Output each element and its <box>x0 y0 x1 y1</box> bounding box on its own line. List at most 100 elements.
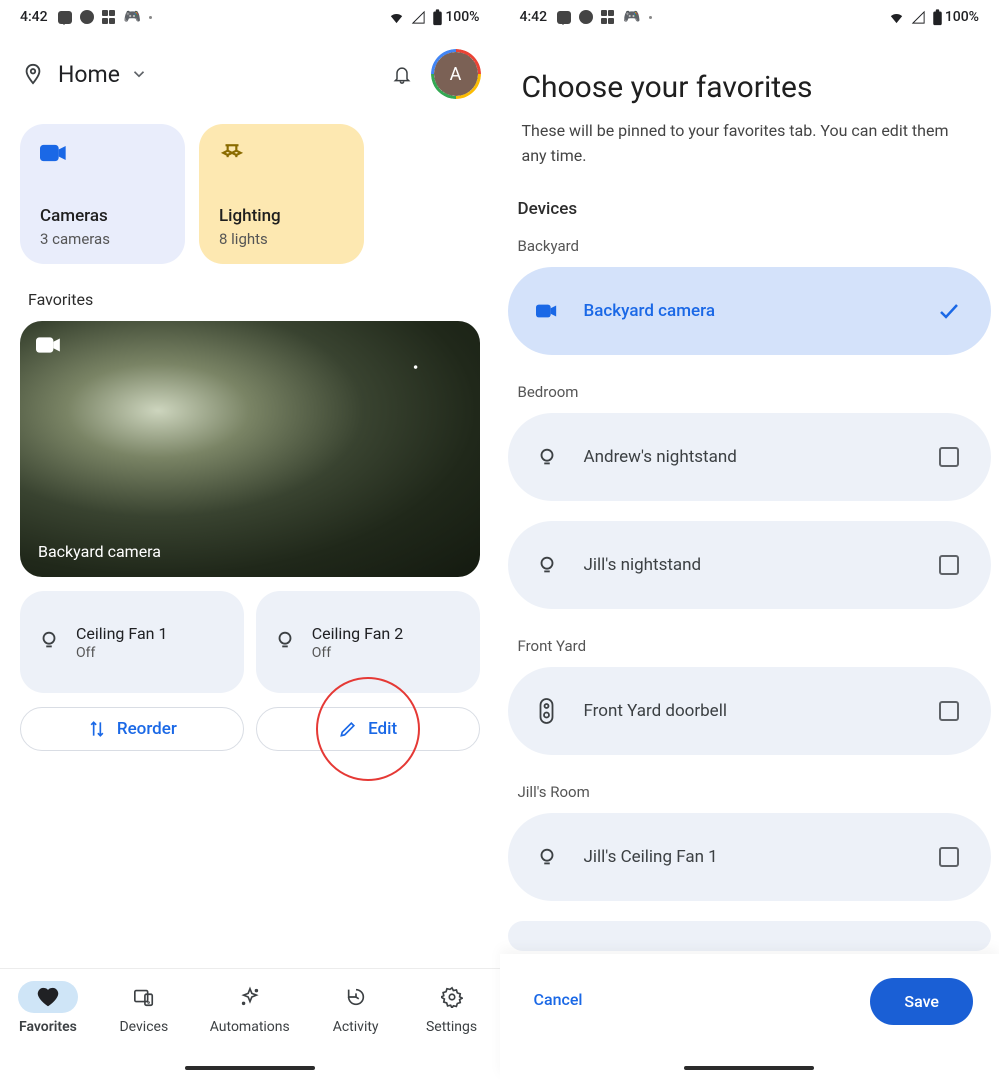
battery-percent: 100% <box>945 9 979 25</box>
nav-activity[interactable]: Activity <box>326 981 386 1035</box>
device-tile[interactable]: Ceiling Fan 1 Off <box>20 591 244 693</box>
favorite-option-partial[interactable] <box>508 921 992 951</box>
nav-label: Settings <box>426 1019 477 1035</box>
devices-icon <box>114 981 174 1013</box>
light-icon <box>38 629 60 655</box>
nav-label: Automations <box>210 1019 290 1035</box>
favorite-option[interactable]: Front Yard doorbell <box>508 667 992 755</box>
edit-label: Edit <box>368 719 397 739</box>
device-title: Ceiling Fan 2 <box>312 624 403 643</box>
home-indicator[interactable] <box>185 1066 315 1070</box>
option-name: Jill's nightstand <box>584 555 938 575</box>
device-tile[interactable]: Ceiling Fan 2 Off <box>256 591 480 693</box>
notification-slack-icon <box>102 10 116 24</box>
notification-messenger-icon <box>80 10 94 24</box>
choose-favorites-footer: Cancel Save <box>500 954 999 1080</box>
favorite-option[interactable]: Backyard camera <box>508 267 992 355</box>
light-icon <box>530 446 564 468</box>
doorbell-icon <box>530 698 564 724</box>
save-button[interactable]: Save <box>870 978 973 1025</box>
category-card-cameras[interactable]: Cameras 3 cameras <box>20 124 185 264</box>
status-bar: 4:42 🎮 100% <box>0 0 500 34</box>
notification-more-icon <box>149 16 152 19</box>
favorite-option[interactable]: Jill's nightstand <box>508 521 992 609</box>
location-pin-icon[interactable] <box>22 63 44 85</box>
option-name: Front Yard doorbell <box>584 701 938 721</box>
category-title: Cameras <box>40 206 165 226</box>
nav-devices[interactable]: Devices <box>114 981 174 1035</box>
favorites-section-label: Favorites <box>0 264 500 321</box>
light-icon <box>530 554 564 576</box>
bottom-navigation: Favorites Devices Automations Activity S… <box>0 968 500 1080</box>
status-bar: 4:42 🎮 100% <box>500 0 999 34</box>
option-name: Andrew's nightstand <box>584 447 938 467</box>
camera-name: Backyard camera <box>38 542 161 561</box>
category-row: Cameras 3 cameras Lighting 8 lights <box>0 104 500 264</box>
notification-more-icon <box>649 16 652 19</box>
nav-label: Activity <box>333 1019 379 1035</box>
favorites-action-row: Reorder Edit <box>0 693 500 765</box>
lighting-icon <box>219 142 344 174</box>
notification-messenger-icon <box>579 10 593 24</box>
option-name: Backyard camera <box>584 301 938 321</box>
history-icon <box>326 981 386 1013</box>
gear-icon <box>422 981 482 1013</box>
choose-favorites-screen: 4:42 🎮 100% Choose your favorites These … <box>500 0 999 1080</box>
devices-section-label: Devices <box>508 169 992 229</box>
home-indicator[interactable] <box>684 1066 814 1070</box>
wifi-icon <box>388 9 405 26</box>
choose-favorites-subtitle: These will be pinned to your favorites t… <box>522 119 978 169</box>
favorite-option[interactable]: Jill's Ceiling Fan 1 <box>508 813 992 901</box>
favorites-device-list[interactable]: Devices Backyard Backyard camera Bedroom… <box>500 169 999 1080</box>
nav-settings[interactable]: Settings <box>422 981 482 1035</box>
signal-icon <box>411 10 426 25</box>
camera-icon <box>40 142 165 174</box>
camera-icon <box>530 300 564 322</box>
notification-chat-icon <box>557 11 571 24</box>
favorite-device-row: Ceiling Fan 1 Off Ceiling Fan 2 Off <box>0 577 500 693</box>
heart-icon <box>18 981 78 1013</box>
notification-chat-icon <box>58 11 72 24</box>
choose-favorites-title: Choose your favorites <box>522 70 978 105</box>
home-header: Home A <box>0 34 500 104</box>
group-label: Jill's Room <box>508 775 992 813</box>
notifications-icon[interactable] <box>392 63 412 85</box>
camera-icon <box>36 335 62 359</box>
battery-icon: 100% <box>932 9 979 26</box>
checkbox-unchecked-icon <box>937 845 961 869</box>
checkbox-unchecked-icon <box>937 699 961 723</box>
reorder-button[interactable]: Reorder <box>20 707 244 751</box>
device-title: Ceiling Fan 1 <box>76 624 167 643</box>
reorder-label: Reorder <box>117 719 177 739</box>
home-title[interactable]: Home <box>58 61 120 88</box>
edit-button[interactable]: Edit <box>256 707 480 751</box>
avatar[interactable]: A <box>434 52 478 96</box>
category-title: Lighting <box>219 206 344 226</box>
nav-automations[interactable]: Automations <box>210 981 290 1035</box>
light-icon <box>274 629 296 655</box>
camera-live-card[interactable]: Backyard camera <box>20 321 480 577</box>
cancel-button[interactable]: Cancel <box>526 978 591 1021</box>
home-screen: 4:42 🎮 100% Home <box>0 0 500 1080</box>
nav-label: Favorites <box>19 1019 77 1035</box>
checkbox-unchecked-icon <box>937 553 961 577</box>
status-time: 4:42 <box>20 9 48 25</box>
battery-percent: 100% <box>445 9 479 25</box>
favorite-option[interactable]: Andrew's nightstand <box>508 413 992 501</box>
option-name: Jill's Ceiling Fan 1 <box>584 847 938 867</box>
category-card-lighting[interactable]: Lighting 8 lights <box>199 124 364 264</box>
sparkle-icon <box>220 981 280 1013</box>
group-label: Bedroom <box>508 375 992 413</box>
group-label: Backyard <box>508 229 992 267</box>
category-subtitle: 8 lights <box>219 230 344 248</box>
light-icon <box>530 846 564 868</box>
nav-label: Devices <box>119 1019 168 1035</box>
device-status: Off <box>76 645 167 661</box>
chevron-down-icon[interactable] <box>130 65 148 83</box>
notification-game-icon: 🎮 <box>124 9 141 25</box>
notification-game-icon: 🎮 <box>623 9 640 25</box>
device-status: Off <box>312 645 403 661</box>
nav-favorites[interactable]: Favorites <box>18 981 78 1035</box>
status-time: 4:42 <box>520 9 548 25</box>
category-subtitle: 3 cameras <box>40 230 165 248</box>
